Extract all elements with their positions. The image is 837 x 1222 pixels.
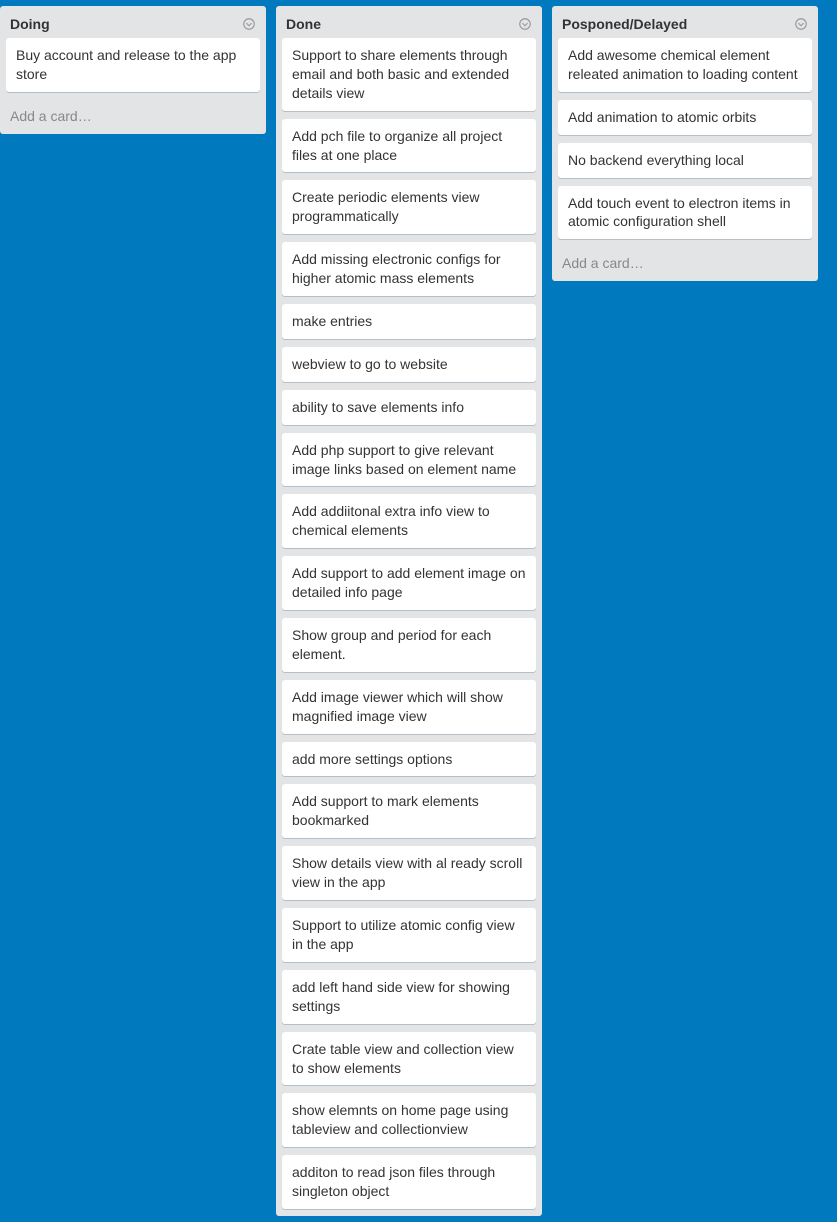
- list-title[interactable]: Done: [286, 16, 321, 32]
- card[interactable]: Add addiitonal extra info view to chemic…: [282, 494, 536, 548]
- card[interactable]: Create periodic elements view programmat…: [282, 180, 536, 234]
- card[interactable]: Add touch event to electron items in ato…: [558, 186, 812, 240]
- card[interactable]: Add support to mark elements bookmarked: [282, 784, 536, 838]
- card[interactable]: No backend everything local: [558, 143, 812, 178]
- card[interactable]: Show details view with al ready scroll v…: [282, 846, 536, 900]
- card[interactable]: Add missing electronic configs for highe…: [282, 242, 536, 296]
- card[interactable]: Add animation to atomic orbits: [558, 100, 812, 135]
- card[interactable]: Show group and period for each element.: [282, 618, 536, 672]
- list-title[interactable]: Posponed/Delayed: [562, 16, 687, 32]
- list-doing: Doing Buy account and release to the app…: [0, 6, 266, 134]
- card[interactable]: Add php support to give relevant image l…: [282, 433, 536, 487]
- card[interactable]: ability to save elements info: [282, 390, 536, 425]
- card[interactable]: additon to read json files through singl…: [282, 1155, 536, 1209]
- list-header: Done: [276, 6, 542, 38]
- card[interactable]: Add pch file to organize all project fil…: [282, 119, 536, 173]
- card[interactable]: Crate table view and collection view to …: [282, 1032, 536, 1086]
- card[interactable]: webview to go to website: [282, 347, 536, 382]
- list-menu-icon[interactable]: [794, 17, 808, 31]
- card[interactable]: Add awesome chemical element releated an…: [558, 38, 812, 92]
- card[interactable]: show elemnts on home page using tablevie…: [282, 1093, 536, 1147]
- card[interactable]: add left hand side view for showing sett…: [282, 970, 536, 1024]
- list-header: Posponed/Delayed: [552, 6, 818, 38]
- list-postponed: Posponed/Delayed Add awesome chemical el…: [552, 6, 818, 281]
- list-cards: Support to share elements through email …: [276, 38, 542, 1216]
- card[interactable]: make entries: [282, 304, 536, 339]
- add-card-link[interactable]: Add a card…: [552, 247, 818, 281]
- card[interactable]: Support to utilize atomic config view in…: [282, 908, 536, 962]
- card[interactable]: add more settings options: [282, 742, 536, 777]
- card[interactable]: Add support to add element image on deta…: [282, 556, 536, 610]
- card[interactable]: Buy account and release to the app store: [6, 38, 260, 92]
- list-menu-icon[interactable]: [242, 17, 256, 31]
- card[interactable]: Add image viewer which will show magnifi…: [282, 680, 536, 734]
- list-header: Doing: [0, 6, 266, 38]
- card[interactable]: Support to share elements through email …: [282, 38, 536, 111]
- add-card-link[interactable]: Add a card…: [0, 100, 266, 134]
- list-cards: Add awesome chemical element releated an…: [552, 38, 818, 247]
- list-menu-icon[interactable]: [518, 17, 532, 31]
- list-title[interactable]: Doing: [10, 16, 50, 32]
- list-cards: Buy account and release to the app store: [0, 38, 266, 100]
- list-done: Done Support to share elements through e…: [276, 6, 542, 1216]
